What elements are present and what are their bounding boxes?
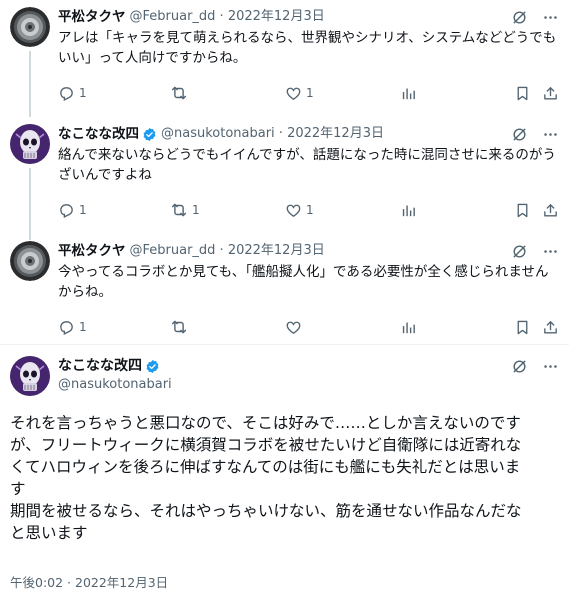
bookmark-icon: [514, 85, 531, 102]
display-name[interactable]: なこなな改四: [58, 124, 139, 144]
reply-tweet-3[interactable]: 平松タクヤ @Februar_dd · 2022年12月3日 今やってるコラボと…: [0, 241, 569, 345]
share-button[interactable]: [542, 200, 559, 220]
main-tweet-text: それを言っちゃうと悪口なので、そこは好みで……としか言えないのです が、フリート…: [10, 412, 562, 544]
main-name-row: なこなな改四: [58, 356, 172, 376]
bookmark-icon: [514, 202, 531, 219]
views-button[interactable]: [400, 200, 417, 220]
main-text-line: 期間を被せるなら、それはやっちゃいけない、筋を通せない作品なんだな: [10, 502, 522, 520]
divider: [0, 344, 569, 345]
main-text-line: と思います: [10, 524, 88, 542]
avatar[interactable]: [10, 124, 50, 164]
retweet-count: 1: [192, 203, 200, 217]
views-button[interactable]: [400, 83, 417, 103]
avatar[interactable]: [10, 241, 50, 281]
tweet-top-icons: [511, 9, 559, 26]
action-bar: 1 1 1: [58, 200, 563, 220]
slash-circle-icon[interactable]: [511, 126, 528, 143]
avatar[interactable]: [10, 7, 50, 47]
main-text-line: くてハロウィンを後ろに伸ばすなんてのは街にも艦にも失礼だとは思いま: [10, 458, 521, 476]
main-avatar[interactable]: [10, 356, 50, 396]
tweet-header: なこなな改四 @nasukotonabari · 2022年12月3日: [58, 124, 384, 144]
slash-circle-icon[interactable]: [511, 9, 528, 26]
share-button[interactable]: [542, 317, 559, 337]
tweet-text: アレは「キャラを見て萌えられるなら、世界観やシナリオ、システムなどどうでもいい」…: [58, 30, 557, 66]
retweet-icon: [170, 201, 188, 219]
main-top-icons: [511, 358, 559, 375]
tweet-header: 平松タクヤ @Februar_dd · 2022年12月3日: [58, 7, 325, 27]
like-count: 1: [306, 86, 314, 100]
like-count: 1: [306, 203, 314, 217]
main-text-line: それを言っちゃうと悪口なので、そこは好みで……としか言えないのです: [10, 414, 521, 432]
main-text-line: す: [10, 480, 26, 498]
handle-and-date[interactable]: @nasukotonabari · 2022年12月3日: [161, 124, 384, 144]
views-icon: [400, 202, 417, 219]
action-bar: 1: [58, 317, 563, 337]
views-icon: [400, 85, 417, 102]
views-button[interactable]: [400, 317, 417, 337]
handle[interactable]: @nasukotonabari: [58, 376, 172, 394]
bookmark-icon: [514, 319, 531, 336]
more-icon[interactable]: [542, 358, 559, 375]
share-icon: [542, 85, 559, 102]
more-icon[interactable]: [542, 243, 559, 260]
reply-count: 1: [79, 320, 87, 334]
heart-icon: [285, 202, 302, 219]
verified-badge-icon: [145, 359, 160, 374]
retweet-button[interactable]: 1: [170, 200, 200, 220]
tweet-header: 平松タクヤ @Februar_dd · 2022年12月3日: [58, 241, 325, 261]
reply-button[interactable]: 1: [58, 83, 87, 103]
timestamp[interactable]: 午後0:02 · 2022年12月3日: [10, 574, 168, 592]
reply-icon: [58, 202, 75, 219]
reply-count: 1: [79, 203, 87, 217]
heart-icon: [285, 85, 302, 102]
thread-line: [29, 51, 31, 117]
retweet-icon: [170, 84, 188, 102]
reply-button[interactable]: 1: [58, 200, 87, 220]
verified-badge-icon: [142, 127, 157, 142]
slash-circle-icon[interactable]: [511, 243, 528, 260]
reply-tweet-2[interactable]: なこなな改四 @nasukotonabari · 2022年12月3日 絡んで来…: [0, 124, 569, 240]
action-bar: 1 1: [58, 83, 563, 103]
tweet-top-icons: [511, 126, 559, 143]
like-button[interactable]: 1: [285, 83, 314, 103]
reply-count: 1: [79, 86, 87, 100]
bookmark-button[interactable]: [514, 200, 531, 220]
reply-icon: [58, 319, 75, 336]
bookmark-button[interactable]: [514, 83, 531, 103]
views-icon: [400, 319, 417, 336]
tweet-text: 今やってるコラボとか見ても、「艦船擬人化」である必要性が全く感じられませんからね…: [58, 264, 549, 300]
more-icon[interactable]: [542, 9, 559, 26]
bookmark-button[interactable]: [514, 317, 531, 337]
reply-icon: [58, 85, 75, 102]
reply-tweet-1[interactable]: 平松タクヤ @Februar_dd · 2022年12月3日 アレは「キャラを見…: [0, 7, 569, 117]
tweet-text: 絡んで来ないならどうでもイイんですが、話題になった時に混同させに来るのがうざいん…: [58, 147, 556, 183]
display-name[interactable]: 平松タクヤ: [58, 7, 126, 27]
display-name[interactable]: 平松タクヤ: [58, 241, 126, 261]
main-tweet-header: なこなな改四 @nasukotonabari: [58, 356, 172, 394]
like-button[interactable]: 1: [285, 200, 314, 220]
display-name[interactable]: なこなな改四: [58, 356, 142, 376]
tweet-top-icons: [511, 243, 559, 260]
retweet-icon: [170, 318, 188, 336]
share-icon: [542, 319, 559, 336]
retweet-button[interactable]: [170, 317, 192, 337]
handle-and-date[interactable]: @Februar_dd · 2022年12月3日: [130, 241, 325, 261]
slash-circle-icon[interactable]: [511, 358, 528, 375]
main-text-line: が、フリートウィークに横須賀コラボを被せたいけど自衛隊には近寄れな: [10, 436, 522, 454]
retweet-button[interactable]: [170, 83, 192, 103]
like-button[interactable]: [285, 317, 306, 337]
more-icon[interactable]: [542, 126, 559, 143]
share-icon: [542, 202, 559, 219]
thread-line: [29, 168, 31, 240]
share-button[interactable]: [542, 83, 559, 103]
handle-and-date[interactable]: @Februar_dd · 2022年12月3日: [130, 7, 325, 27]
reply-button[interactable]: 1: [58, 317, 87, 337]
heart-icon: [285, 319, 302, 336]
